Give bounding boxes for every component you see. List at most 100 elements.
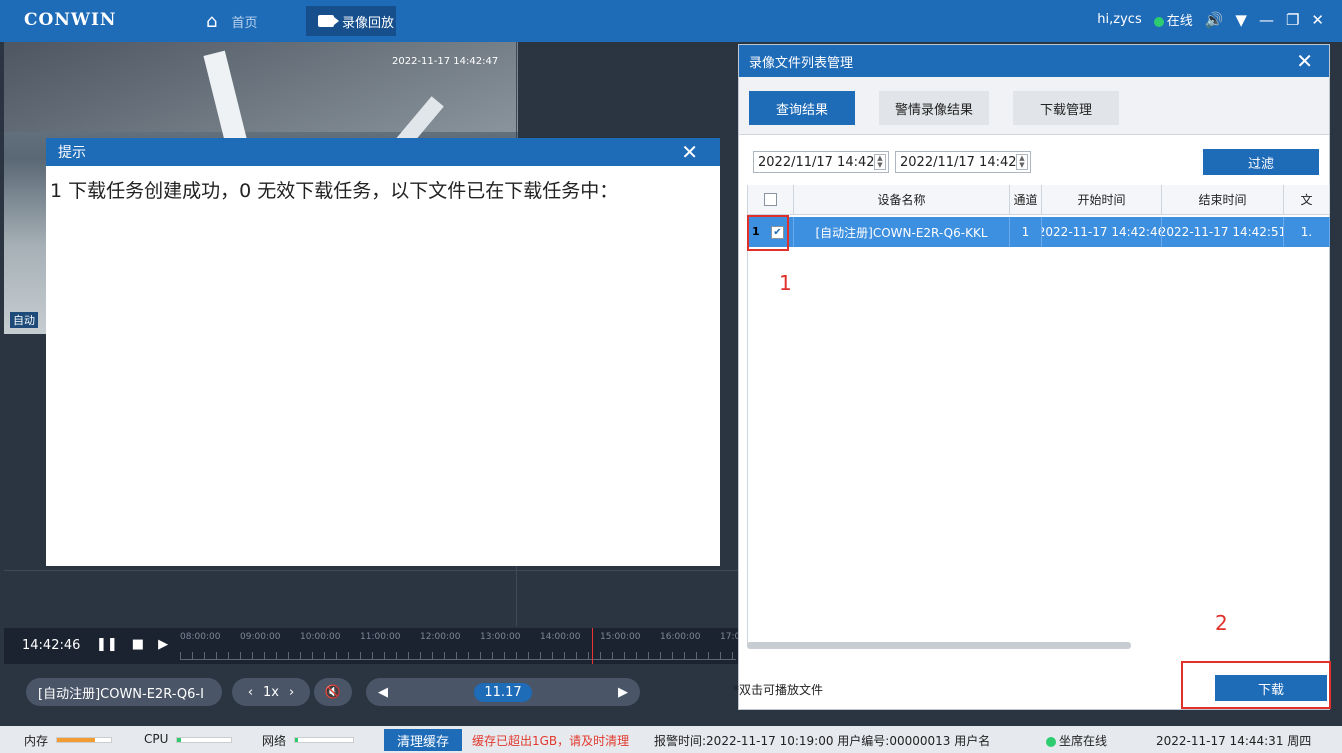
filter-button[interactable]: 过滤	[1203, 149, 1319, 175]
select-all-checkbox[interactable]	[764, 193, 777, 206]
date-selector[interactable]: ◀ 11.17 ▶	[366, 678, 640, 706]
seat-status: 坐席在线	[1046, 732, 1107, 749]
col-file[interactable]: 文	[1284, 185, 1330, 215]
status-bar: 内存 CPU 网络 清理缓存 缓存已超出1GB，请及时清理 报警时间:2022-…	[0, 726, 1342, 753]
device-selector-label: [自动注册]COWN-E2R-Q6-I	[38, 686, 204, 702]
end-time-value: 2022/11/17 14:42	[900, 154, 1017, 170]
mute-icon: 🔇	[324, 684, 342, 700]
step-forward-icon[interactable]: ▶	[158, 637, 168, 652]
nav-record-playback[interactable]: 录像回放	[306, 6, 396, 36]
cpu-label: CPU	[144, 732, 169, 746]
timeline-tick-label: 08:00:00	[180, 632, 221, 642]
seat-online-icon	[1046, 736, 1056, 747]
control-row: [自动注册]COWN-E2R-Q6-I ‹ 1x › 🔇 ◀ 11.17 ▶	[4, 666, 738, 718]
footer-hint: *双击可播放文件	[733, 683, 824, 697]
start-time-spinner-icon[interactable]: ▲ ▼	[874, 154, 886, 170]
net-meter-fill	[295, 738, 299, 742]
hint-close-icon[interactable]: ✕	[681, 140, 698, 164]
cpu-meter	[176, 737, 232, 743]
timeline-tick-label: 11:00:00	[360, 632, 401, 642]
end-time-input[interactable]: 2022/11/17 14:42 ▲ ▼	[895, 151, 1031, 173]
net-meter	[294, 737, 354, 743]
speed-decrease-icon[interactable]: ‹	[248, 685, 253, 700]
speed-control[interactable]: ‹ 1x ›	[232, 678, 310, 706]
timeline-tick-label: 14:00:00	[540, 632, 581, 642]
speed-value: 1x	[263, 684, 279, 700]
playback-controls: ❚❚ ■ ▶	[96, 637, 168, 652]
tab-query-results[interactable]: 查询结果	[749, 91, 855, 125]
row-end: 2022-11-17 14:42:51	[1162, 217, 1284, 247]
home-icon: ⌂	[206, 10, 218, 32]
playback-time: 14:42:46	[22, 638, 81, 653]
col-end-time[interactable]: 结束时间	[1162, 185, 1284, 215]
row-file: 1.	[1284, 217, 1330, 247]
datetime: 2022-11-17 14:44:31 周四	[1156, 734, 1312, 748]
filter-row: 2022/11/17 14:42 ▲ ▼ 2022/11/17 14:42 ▲ ▼ …	[739, 135, 1329, 183]
stop-icon[interactable]: ■	[132, 637, 144, 652]
pause-icon[interactable]: ❚❚	[96, 637, 118, 652]
online-dot-icon	[1153, 16, 1164, 27]
close-icon[interactable]: ✕	[1311, 11, 1324, 29]
video-label: 自动	[10, 312, 38, 328]
col-start-time[interactable]: 开始时间	[1042, 185, 1162, 215]
record-panel-header: 录像文件列表管理	[739, 45, 1329, 77]
header-checkbox-cell	[748, 185, 794, 215]
mute-button[interactable]: 🔇	[314, 678, 352, 706]
dropdown-icon[interactable]: ▼	[1235, 11, 1247, 29]
nav-home-label: 首页	[231, 15, 258, 31]
row-device: [自动注册]COWN-E2R-Q6-KKL	[794, 217, 1010, 247]
timeline-tick-label: 15:00:00	[600, 632, 641, 642]
annotation-box-1	[747, 215, 789, 251]
date-prev-icon[interactable]: ◀	[378, 685, 388, 700]
record-panel-tabs: 查询结果 警情录像结果 下载管理	[739, 77, 1329, 135]
video-timestamp: 2022-11-17 14:42:47	[392, 56, 499, 67]
clear-cache-button[interactable]: 清理缓存	[384, 729, 462, 751]
end-time-spinner-icon[interactable]: ▲ ▼	[1016, 154, 1028, 170]
online-status: 在线	[1153, 10, 1193, 29]
speed-increase-icon[interactable]: ›	[289, 685, 294, 700]
minimize-icon[interactable]: —	[1259, 11, 1274, 29]
col-device-name[interactable]: 设备名称	[794, 185, 1010, 215]
top-bar: CONWIN ⌂ 首页 录像回放 hi,zycs 在线 🔊 ▼ — ❐ ✕	[0, 0, 1342, 42]
annotation-box-2	[1181, 661, 1331, 709]
record-file-panel: 录像文件列表管理 ✕ 查询结果 警情录像结果 下载管理 2022/11/17 1…	[733, 44, 1331, 710]
timeline-tick-label: 12:00:00	[420, 632, 461, 642]
tab-download-manage[interactable]: 下载管理	[1013, 91, 1119, 125]
mem-label: 内存	[24, 734, 49, 748]
horizontal-scrollbar[interactable]	[747, 642, 1131, 649]
table-row[interactable]: 1 ✔ [自动注册]COWN-E2R-Q6-KKL 1 2022-11-17 1…	[748, 217, 1330, 247]
timeline-cursor[interactable]	[592, 628, 593, 664]
hint-dialog-header: 提示	[46, 138, 720, 166]
cpu-meter-fill	[177, 738, 182, 742]
start-time-value: 2022/11/17 14:42	[758, 154, 875, 170]
mem-meter	[56, 737, 112, 743]
row-channel: 1	[1010, 217, 1042, 247]
timeline-tick-label: 09:00:00	[240, 632, 281, 642]
date-value: 11.17	[474, 682, 532, 702]
row-start: 2022-11-17 14:42:46	[1042, 217, 1162, 247]
camera-icon	[318, 15, 339, 27]
nav-home[interactable]: ⌂ 首页	[196, 8, 267, 34]
app-logo: CONWIN	[24, 10, 117, 30]
user-greeting: hi,zycs	[1097, 12, 1142, 27]
restore-icon[interactable]: ❐	[1286, 11, 1299, 29]
device-selector[interactable]: [自动注册]COWN-E2R-Q6-I	[26, 678, 222, 706]
mem-meter-fill	[57, 738, 95, 742]
col-channel[interactable]: 通道	[1010, 185, 1042, 215]
record-panel-close-icon[interactable]: ✕	[1296, 49, 1313, 73]
hint-dialog-title: 提示	[58, 145, 86, 161]
playback-bar: 14:42:46 ❚❚ ■ ▶ 08:00:00 09:00:00 10:00:00…	[4, 628, 755, 664]
record-table: 设备名称 通道 开始时间 结束时间 文 1 ✔ [自动注册]COWN-E2R-Q…	[747, 185, 1330, 645]
timeline-scale[interactable]	[180, 652, 736, 660]
annotation-number-1: 1	[779, 271, 792, 295]
timeline-tick-label: 10:00:00	[300, 632, 341, 642]
record-panel-title: 录像文件列表管理	[749, 55, 854, 71]
volume-icon[interactable]: 🔊	[1205, 11, 1224, 29]
start-time-input[interactable]: 2022/11/17 14:42 ▲ ▼	[753, 151, 889, 173]
date-next-icon[interactable]: ▶	[618, 685, 628, 700]
hint-message: 1 下载任务创建成功，0 无效下载任务，以下文件已在下载任务中：	[50, 180, 619, 202]
tab-alarm-results[interactable]: 警情录像结果	[879, 91, 989, 125]
timeline-tick-label: 16:00:00	[660, 632, 701, 642]
top-right-area: hi,zycs 在线 🔊 ▼ — ❐ ✕	[1097, 10, 1324, 30]
cache-warning: 缓存已超出1GB，请及时清理	[472, 734, 630, 748]
